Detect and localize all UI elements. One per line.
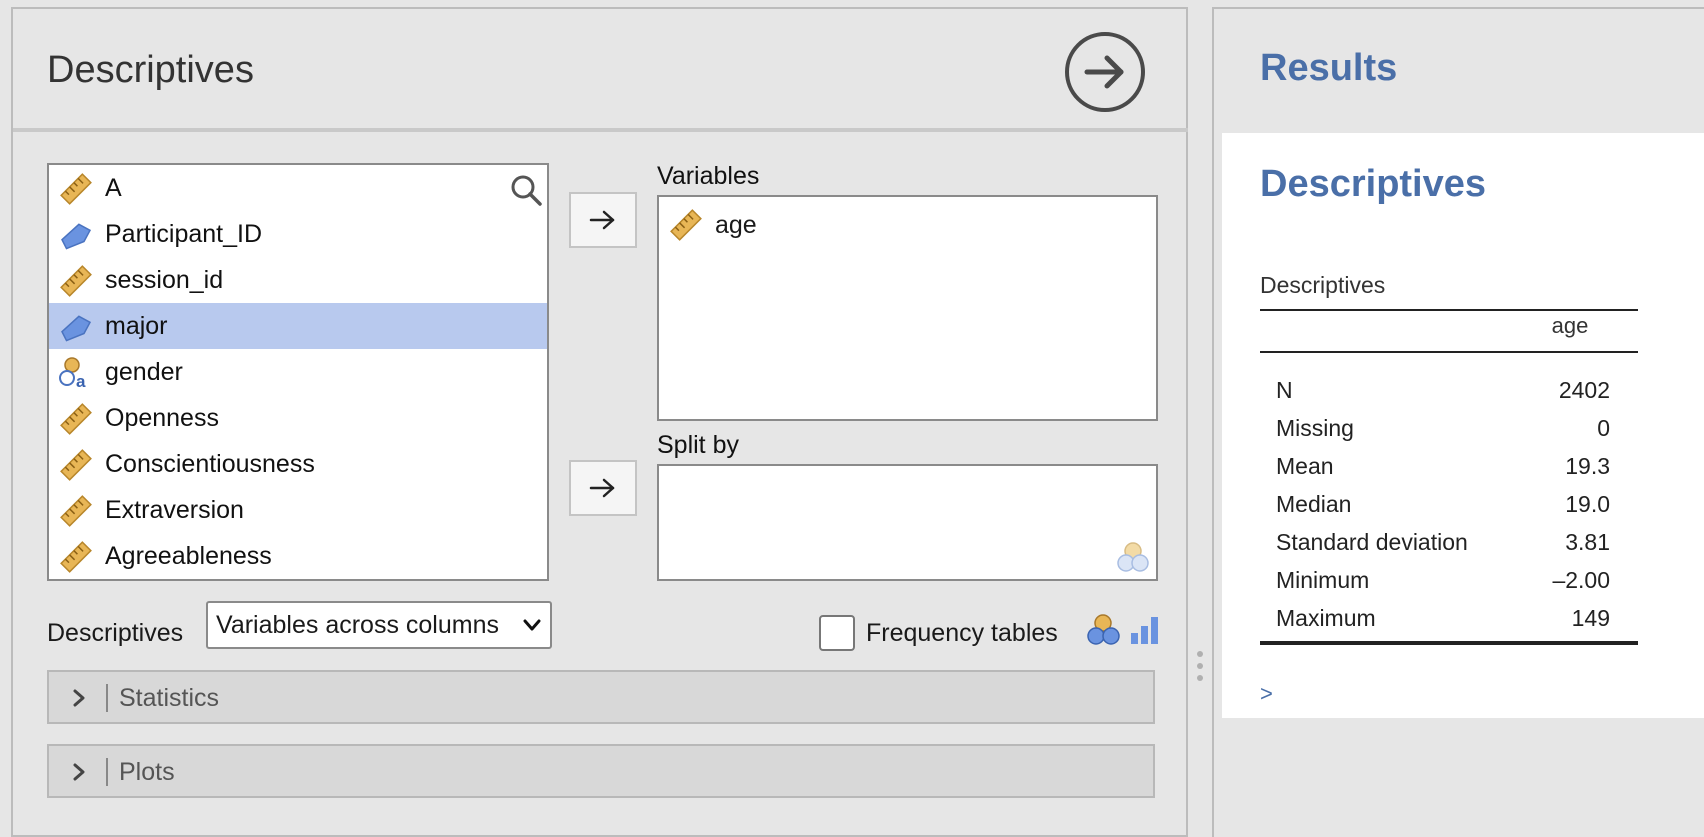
table-row: Mean 19.3 (1260, 453, 1638, 491)
variable-label: major (105, 311, 168, 340)
row-value: –2.00 (1552, 567, 1610, 593)
variables-box[interactable]: age (657, 195, 1158, 421)
variable-item-openness[interactable]: Openness (49, 395, 547, 441)
frequency-tables-label[interactable]: Frequency tables (866, 619, 1058, 648)
row-label: Median (1276, 491, 1352, 517)
variables-box-item-age[interactable]: age (669, 205, 757, 245)
id-tag-icon (61, 223, 92, 250)
header-divider (13, 128, 1188, 132)
variables-box-label: Variables (657, 162, 760, 190)
variable-item-major[interactable]: major (49, 303, 547, 349)
section-divider (106, 758, 108, 786)
row-value: 0 (1597, 415, 1610, 441)
chevron-right-icon (73, 689, 85, 707)
chevron-right-icon (73, 763, 85, 781)
splitby-box[interactable] (657, 464, 1158, 581)
row-label: N (1276, 377, 1293, 403)
options-panel: Descriptives A Participant_ID session_id… (11, 7, 1188, 837)
move-to-variables-button[interactable] (569, 192, 637, 248)
table-caption: Descriptives (1260, 272, 1386, 298)
variable-label: Extraversion (105, 495, 244, 524)
table-row: N 2402 (1260, 377, 1638, 415)
more-options-link[interactable]: > (1260, 681, 1273, 707)
variable-label: A (105, 173, 122, 202)
variable-item-participant-id[interactable]: Participant_ID (49, 211, 547, 257)
table-bottom-rule (1260, 641, 1638, 645)
arrow-right-icon (589, 210, 615, 230)
arrow-right-icon (589, 478, 615, 498)
table-header-rule (1260, 351, 1638, 353)
row-label: Standard deviation (1276, 529, 1468, 555)
results-card-title: Descriptives (1260, 163, 1487, 205)
table-column-header: age (1551, 313, 1589, 338)
variable-label: gender (105, 357, 183, 386)
ruler-icon (60, 403, 92, 435)
plots-section-label: Plots (119, 758, 175, 786)
section-divider (106, 684, 108, 712)
variable-label: session_id (105, 265, 224, 294)
variable-item-session-id[interactable]: session_id (49, 257, 547, 303)
statistics-section-header[interactable]: Statistics (47, 670, 1155, 724)
nominal-variables-icon (1087, 614, 1120, 645)
descriptives-layout-label: Descriptives (47, 619, 184, 647)
row-label: Maximum (1276, 605, 1376, 631)
variable-label: Agreeableness (105, 541, 272, 570)
frequency-tables-checkbox[interactable] (819, 615, 855, 651)
statistics-section-label: Statistics (119, 684, 220, 712)
search-icon[interactable] (509, 173, 543, 207)
table-row: Missing 0 (1260, 415, 1638, 453)
ruler-icon (670, 209, 702, 241)
variable-item-extraversion[interactable]: Extraversion (49, 487, 547, 533)
svg-text:a: a (76, 372, 86, 390)
variable-item-agreeableness[interactable]: Agreeableness (49, 533, 547, 579)
ruler-icon (60, 173, 92, 205)
results-title: Results (1260, 47, 1398, 89)
results-panel: Results Descriptives Descriptives age N … (1212, 7, 1704, 837)
descriptives-layout-value: Variables across columns (216, 610, 499, 639)
variable-item-gender[interactable]: a gender (49, 349, 547, 395)
ruler-icon (60, 449, 92, 481)
variable-item-a[interactable]: A (49, 165, 547, 211)
ruler-icon (60, 265, 92, 297)
variable-label: Participant_ID (105, 219, 263, 248)
row-value: 3.81 (1565, 529, 1610, 555)
variable-list[interactable]: A Participant_ID session_id major a gend… (47, 163, 549, 581)
row-value: 19.0 (1565, 491, 1610, 517)
table-top-rule (1260, 309, 1638, 311)
panel-title: Descriptives (47, 49, 254, 91)
nominal-type-hint-icon (1117, 542, 1149, 572)
splitby-box-label: Split by (657, 431, 739, 459)
ruler-icon (60, 495, 92, 527)
table-row: Minimum –2.00 (1260, 567, 1638, 605)
row-value: 2402 (1558, 377, 1610, 403)
chevron-down-icon (523, 619, 541, 631)
ruler-icon (60, 541, 92, 573)
plots-section-header[interactable]: Plots (47, 744, 1155, 798)
descriptives-layout-select[interactable]: Variables across columns (206, 601, 552, 649)
panel-splitter-handle[interactable] (1196, 650, 1204, 682)
variable-label: Openness (105, 403, 219, 432)
row-label: Missing (1276, 415, 1354, 441)
table-row: Median 19.0 (1260, 491, 1638, 529)
bar-chart-icon (1131, 617, 1158, 644)
variable-item-conscientiousness[interactable]: Conscientiousness (49, 441, 547, 487)
move-to-splitby-button[interactable] (569, 460, 637, 516)
row-label: Mean (1276, 453, 1334, 479)
nominal-text-icon: a (59, 357, 86, 390)
row-value: 149 (1571, 605, 1610, 631)
arrow-right-circle-icon (1084, 55, 1124, 89)
results-card[interactable]: Descriptives Descriptives age N 2402 Mis… (1222, 133, 1704, 718)
run-button[interactable] (1065, 32, 1145, 112)
variable-label: Conscientiousness (105, 449, 315, 478)
variables-box-item-label: age (715, 210, 757, 239)
id-tag-icon (61, 315, 92, 342)
row-value: 19.3 (1565, 453, 1610, 479)
table-row: Maximum 149 (1260, 605, 1638, 643)
row-label: Minimum (1276, 567, 1370, 593)
table-row: Standard deviation 3.81 (1260, 529, 1638, 567)
